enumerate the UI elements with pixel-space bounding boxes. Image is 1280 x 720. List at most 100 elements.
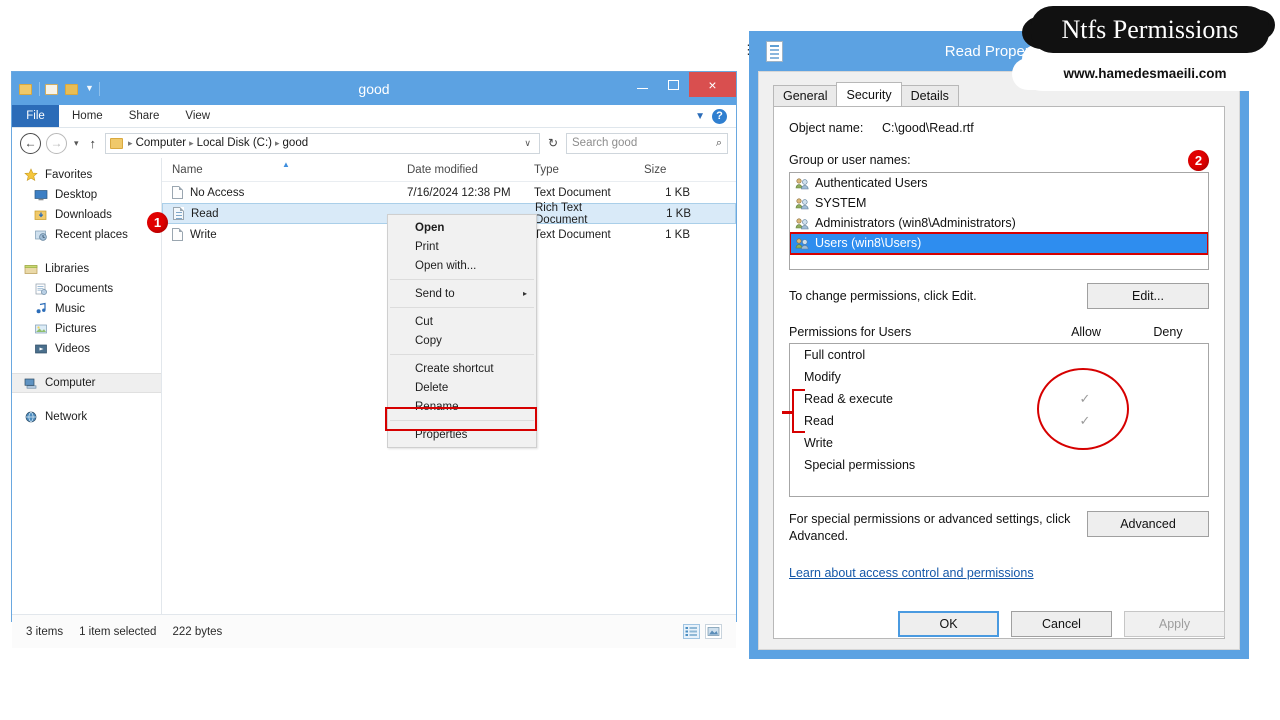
- sidebar-item-music[interactable]: Music: [12, 299, 161, 319]
- computer-icon: [24, 376, 38, 390]
- advanced-button[interactable]: Advanced: [1087, 511, 1209, 537]
- quick-access-toolbar[interactable]: ▼: [12, 81, 100, 97]
- sidebar-item-computer[interactable]: Computer: [12, 373, 161, 393]
- context-menu-item-send-to[interactable]: Send to ▸: [388, 284, 536, 303]
- permission-row[interactable]: Read & execute ✓: [790, 388, 1208, 410]
- column-header-date-modified[interactable]: Date modified: [397, 164, 524, 176]
- toolbar-divider: [98, 81, 100, 96]
- tab-share[interactable]: Share: [116, 105, 173, 127]
- breadcrumb-local-disk[interactable]: Local Disk (C:): [197, 137, 272, 149]
- tab-general[interactable]: General: [773, 85, 838, 106]
- tab-home[interactable]: Home: [59, 105, 116, 127]
- cancel-button[interactable]: Cancel: [1011, 611, 1112, 637]
- recent-locations-icon[interactable]: ▾: [72, 138, 81, 149]
- up-button[interactable]: ↑: [86, 136, 101, 151]
- sidebar-label: Documents: [55, 283, 114, 295]
- permission-row[interactable]: Modify: [790, 366, 1208, 388]
- permissions-list[interactable]: Full control Modify Read & execute ✓ Rea…: [782, 343, 1209, 497]
- folder-icon[interactable]: [19, 81, 34, 97]
- sidebar-label: Pictures: [55, 323, 97, 335]
- file-name-cell: Read: [163, 207, 398, 220]
- search-icon[interactable]: ⌕: [716, 137, 722, 150]
- address-bar[interactable]: ▸ Computer ▸ Local Disk (C:) ▸ good ∨: [105, 132, 540, 154]
- chevron-right-icon: ▸: [522, 289, 527, 298]
- context-menu-item-print[interactable]: Print: [388, 237, 536, 256]
- sidebar-item-recent-places[interactable]: Recent places: [12, 225, 161, 245]
- rich-text-document-icon: [173, 207, 184, 220]
- apply-button: Apply: [1124, 611, 1225, 637]
- chevron-down-icon[interactable]: ▼: [695, 111, 705, 122]
- table-row[interactable]: No Access 7/16/2024 12:38 PM Text Docume…: [162, 182, 736, 203]
- tab-file[interactable]: File: [12, 105, 59, 127]
- permission-row[interactable]: Write: [790, 432, 1208, 454]
- permission-row[interactable]: Special permissions: [790, 454, 1208, 476]
- breadcrumb-good[interactable]: good: [283, 137, 309, 149]
- sidebar-item-favorites[interactable]: Favorites: [12, 165, 161, 185]
- ribbon-right-controls: ▼ ?: [695, 105, 736, 127]
- permission-name: Special permissions: [804, 458, 916, 472]
- column-header-size[interactable]: Size: [634, 164, 704, 176]
- text-document-icon: [172, 228, 183, 241]
- tab-security[interactable]: Security: [836, 82, 902, 106]
- search-box[interactable]: Search good ⌕: [566, 132, 728, 154]
- list-item[interactable]: Administrators (win8\Administrators): [790, 213, 1208, 233]
- sidebar-label: Recent places: [55, 229, 128, 241]
- learn-about-access-control-link[interactable]: Learn about access control and permissio…: [789, 566, 1034, 580]
- maximize-button[interactable]: [658, 72, 689, 97]
- file-date-cell: 7/16/2024 12:38 PM: [407, 186, 511, 199]
- screenshot-root: ▼ good × File Home Share View ▼ ? ← → ▾: [0, 0, 1280, 720]
- tab-details[interactable]: Details: [900, 85, 959, 106]
- column-header-name[interactable]: Name: [162, 164, 397, 176]
- sidebar-item-network[interactable]: Network: [12, 407, 161, 427]
- list-item[interactable]: Authenticated Users: [790, 173, 1208, 193]
- tab-view[interactable]: View: [172, 105, 223, 127]
- permission-row[interactable]: Read ✓: [790, 410, 1208, 432]
- file-type-cell: Text Document: [534, 228, 611, 241]
- column-header-type[interactable]: Type: [524, 164, 634, 176]
- file-type-cell: Rich Text Document: [535, 201, 588, 226]
- chevron-down-icon[interactable]: ∨: [524, 138, 535, 149]
- close-button[interactable]: ×: [689, 72, 736, 97]
- breadcrumb-separator: ▸: [189, 137, 194, 148]
- sidebar-item-documents[interactable]: Documents: [12, 279, 161, 299]
- help-icon[interactable]: ?: [712, 108, 727, 124]
- sidebar-item-pictures[interactable]: Pictures: [12, 319, 161, 339]
- folder-icon[interactable]: [65, 81, 80, 97]
- file-type-cell: Text Document: [534, 186, 611, 199]
- read-permissions-bracket-annotation: [782, 389, 805, 433]
- sidebar-item-desktop[interactable]: Desktop: [12, 185, 161, 205]
- refresh-icon[interactable]: ↻: [545, 136, 561, 150]
- context-menu-item-cut[interactable]: Cut: [388, 312, 536, 331]
- context-menu-item-create-shortcut[interactable]: Create shortcut: [388, 359, 536, 378]
- context-menu-item-delete[interactable]: Delete: [388, 378, 536, 397]
- chevron-down-icon[interactable]: ▼: [85, 84, 94, 93]
- folder-save-icon[interactable]: [45, 81, 60, 97]
- permission-name: Modify: [804, 370, 841, 384]
- breadcrumb-computer[interactable]: Computer: [136, 137, 187, 149]
- context-menu-item-open-with[interactable]: Open with...: [388, 256, 536, 275]
- back-button[interactable]: ←: [20, 132, 41, 154]
- large-icons-view-icon[interactable]: [705, 624, 722, 639]
- context-menu-item-open[interactable]: Open: [388, 218, 536, 237]
- ok-button[interactable]: OK: [898, 611, 999, 637]
- file-name: Write: [190, 228, 217, 241]
- sidebar-item-libraries[interactable]: Libraries: [12, 259, 161, 279]
- step-badge-1: 1: [147, 212, 168, 233]
- permission-row[interactable]: Full control: [790, 344, 1208, 366]
- breadcrumb-separator: ▸: [128, 137, 133, 148]
- edit-hint-row: To change permissions, click Edit. Edit.…: [789, 283, 1209, 309]
- edit-button[interactable]: Edit...: [1087, 283, 1209, 309]
- read-properties-dialog: Read Properties General Security Details…: [749, 31, 1249, 659]
- sidebar-label: Music: [55, 303, 86, 315]
- group-user-list[interactable]: Authenticated Users SYSTEM Administrator…: [789, 172, 1209, 270]
- sidebar-item-videos[interactable]: Videos: [12, 339, 161, 359]
- permission-name: Write: [804, 436, 833, 450]
- minimize-button[interactable]: [627, 72, 658, 97]
- sidebar-label: Libraries: [45, 263, 90, 275]
- details-view-icon[interactable]: [683, 624, 700, 639]
- sidebar-item-downloads[interactable]: Downloads: [12, 205, 161, 225]
- context-menu-item-copy[interactable]: Copy: [388, 331, 536, 350]
- list-item[interactable]: SYSTEM: [790, 193, 1208, 213]
- forward-button[interactable]: →: [46, 132, 67, 154]
